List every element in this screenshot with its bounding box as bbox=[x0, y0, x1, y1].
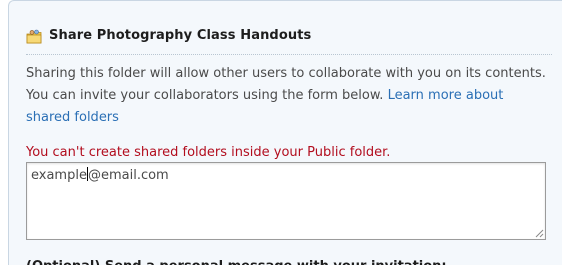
invite-emails-textarea[interactable]: example@email.com bbox=[26, 162, 546, 240]
invite-emails-value: example@email.com bbox=[31, 167, 169, 183]
shared-folder-icon bbox=[26, 29, 42, 44]
dialog-header: Share Photography Class Handouts bbox=[26, 28, 552, 55]
optional-message-heading: (Optional) Send a personal message with … bbox=[26, 256, 447, 265]
dialog-title: Share Photography Class Handouts bbox=[49, 28, 312, 43]
resize-grip-icon[interactable] bbox=[535, 229, 544, 238]
share-description: Sharing this folder will allow other use… bbox=[26, 63, 546, 129]
error-message: You can't create shared folders inside y… bbox=[26, 145, 391, 160]
share-folder-dialog: Share Photography Class Handouts Sharing… bbox=[8, 0, 562, 265]
